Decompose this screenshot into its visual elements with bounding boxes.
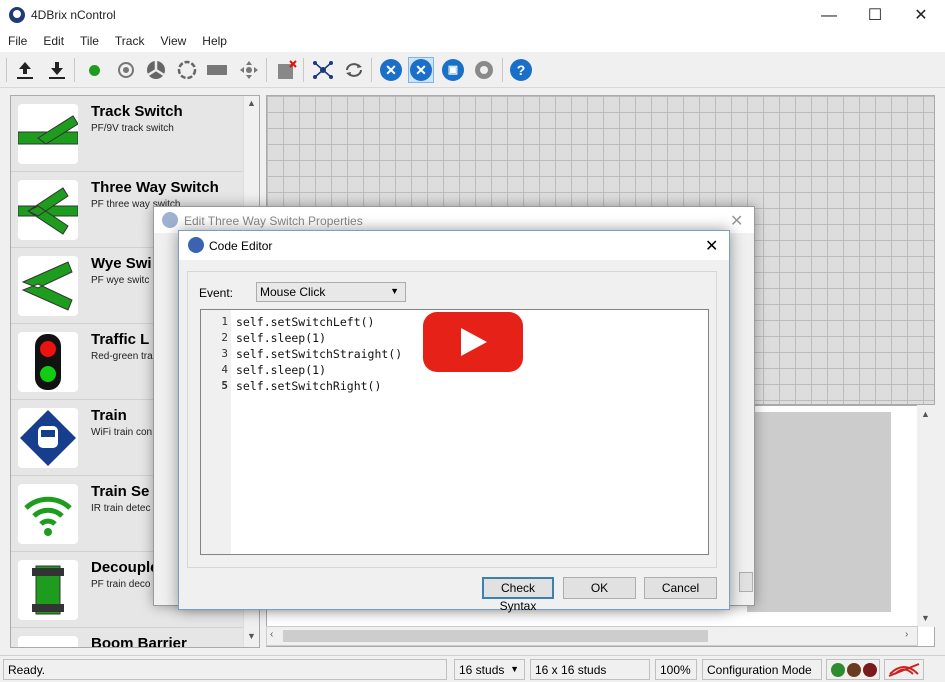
palette-item-boom-barrier[interactable]: Boom Barrier [11, 628, 243, 647]
title-bar: 4DBrix nControl — ☐ ✕ [0, 0, 945, 31]
horizontal-scrollbar[interactable]: ‹ › [266, 626, 918, 646]
menu-view[interactable]: View [152, 31, 194, 48]
scroll-up-icon[interactable]: ▲ [247, 98, 256, 108]
green-dot-icon[interactable] [81, 57, 107, 83]
boom-barrier-icon [18, 636, 78, 647]
loop-icon[interactable] [341, 57, 367, 83]
connection-leds [826, 659, 880, 680]
scroll-left-icon[interactable]: ‹ [270, 629, 273, 640]
close-button[interactable]: ✕ [898, 0, 944, 31]
code-line: self.setSwitchRight() [236, 379, 382, 393]
gear-icon[interactable] [471, 57, 497, 83]
code-editor-close-button[interactable]: ✕ [705, 236, 718, 256]
grid-size-label: 16 x 16 studs [530, 659, 650, 680]
track-switch-icon [18, 104, 78, 164]
circle-track-icon[interactable] [174, 57, 200, 83]
decoupler-icon [18, 560, 78, 620]
zoom-level: 100% [655, 659, 697, 680]
scroll-down-icon[interactable]: ▼ [247, 631, 256, 641]
minimize-button[interactable]: — [806, 0, 852, 31]
toolbar: ✕ ✕ ▣ ? [0, 52, 945, 88]
code-line: self.setSwitchStraight() [236, 347, 403, 361]
app-logo-icon [9, 7, 25, 23]
window-title: 4DBrix nControl [31, 8, 116, 22]
wye-switch-icon [18, 256, 78, 316]
target-icon[interactable] [113, 57, 139, 83]
ok-button[interactable]: OK [563, 577, 636, 599]
video-play-icon[interactable] [423, 312, 523, 372]
help-icon[interactable]: ? [508, 57, 534, 83]
menu-edit[interactable]: Edit [35, 31, 72, 48]
code-editor-dialog: Code Editor ✕ Event: Mouse Click ▼ 1 2 3… [178, 230, 730, 613]
code-line: self.sleep(1) [236, 331, 327, 345]
chevron-down-icon: ▼ [390, 286, 399, 296]
lower-scrollbar[interactable]: ▲ ▼ [917, 405, 935, 627]
delete-tile-icon[interactable] [273, 57, 299, 83]
tools-active-icon[interactable]: ✕ [408, 57, 434, 83]
code-editor-title: Code Editor [209, 239, 273, 253]
code-editor-icon [188, 237, 204, 253]
menu-bar: File Edit Tile Track View Help [0, 31, 945, 52]
event-label: Event: [199, 286, 234, 300]
palette-item-track-switch[interactable]: Track Switch PF/9V track switch [11, 96, 243, 172]
code-line: self.sleep(1) [236, 363, 327, 377]
turntable-icon[interactable] [143, 57, 169, 83]
mode-label: Configuration Mode [702, 659, 822, 680]
menu-file[interactable]: File [0, 31, 35, 48]
studs-select[interactable]: 16 studs ▼ [454, 659, 525, 680]
chevron-down-icon: ▼ [510, 664, 519, 674]
line-number-gutter: 1 2 3 4 5 [201, 310, 231, 554]
led-brown-icon [847, 662, 861, 677]
traffic-light-icon [18, 332, 78, 392]
status-text: Ready. [3, 659, 447, 680]
led-red-icon [863, 662, 877, 677]
maximize-button[interactable]: ☐ [852, 0, 898, 31]
event-select[interactable]: Mouse Click ▼ [256, 282, 406, 302]
menu-help[interactable]: Help [194, 31, 235, 48]
upload-icon[interactable] [12, 57, 38, 83]
menu-tile[interactable]: Tile [72, 31, 107, 48]
code-line: self.setSwitchLeft() [236, 315, 375, 329]
no-signal-icon[interactable] [884, 659, 924, 680]
train-icon [18, 408, 78, 468]
block-icon[interactable] [204, 57, 230, 83]
prop-close-button[interactable]: ✕ [730, 211, 743, 231]
menu-track[interactable]: Track [107, 31, 153, 48]
scroll-right-icon[interactable]: › [905, 629, 908, 640]
network-icon[interactable] [310, 57, 336, 83]
status-bar: Ready. 16 studs ▼ 16 x 16 studs 100% Con… [0, 655, 945, 682]
led-green-icon [831, 662, 845, 677]
check-syntax-button[interactable]: Check Syntax [482, 577, 554, 613]
wifi-icon [18, 484, 78, 544]
prop-dialog-title: Edit Three Way Switch Properties [184, 214, 363, 228]
scroll-thumb[interactable] [283, 630, 708, 642]
move-icon[interactable] [236, 57, 262, 83]
camera-icon[interactable]: ▣ [440, 57, 466, 83]
tools-blue-icon[interactable]: ✕ [378, 57, 404, 83]
cancel-button[interactable]: Cancel [644, 577, 717, 599]
download-icon[interactable] [44, 57, 70, 83]
dialog-app-icon [162, 212, 178, 228]
three-way-switch-icon [18, 180, 78, 240]
